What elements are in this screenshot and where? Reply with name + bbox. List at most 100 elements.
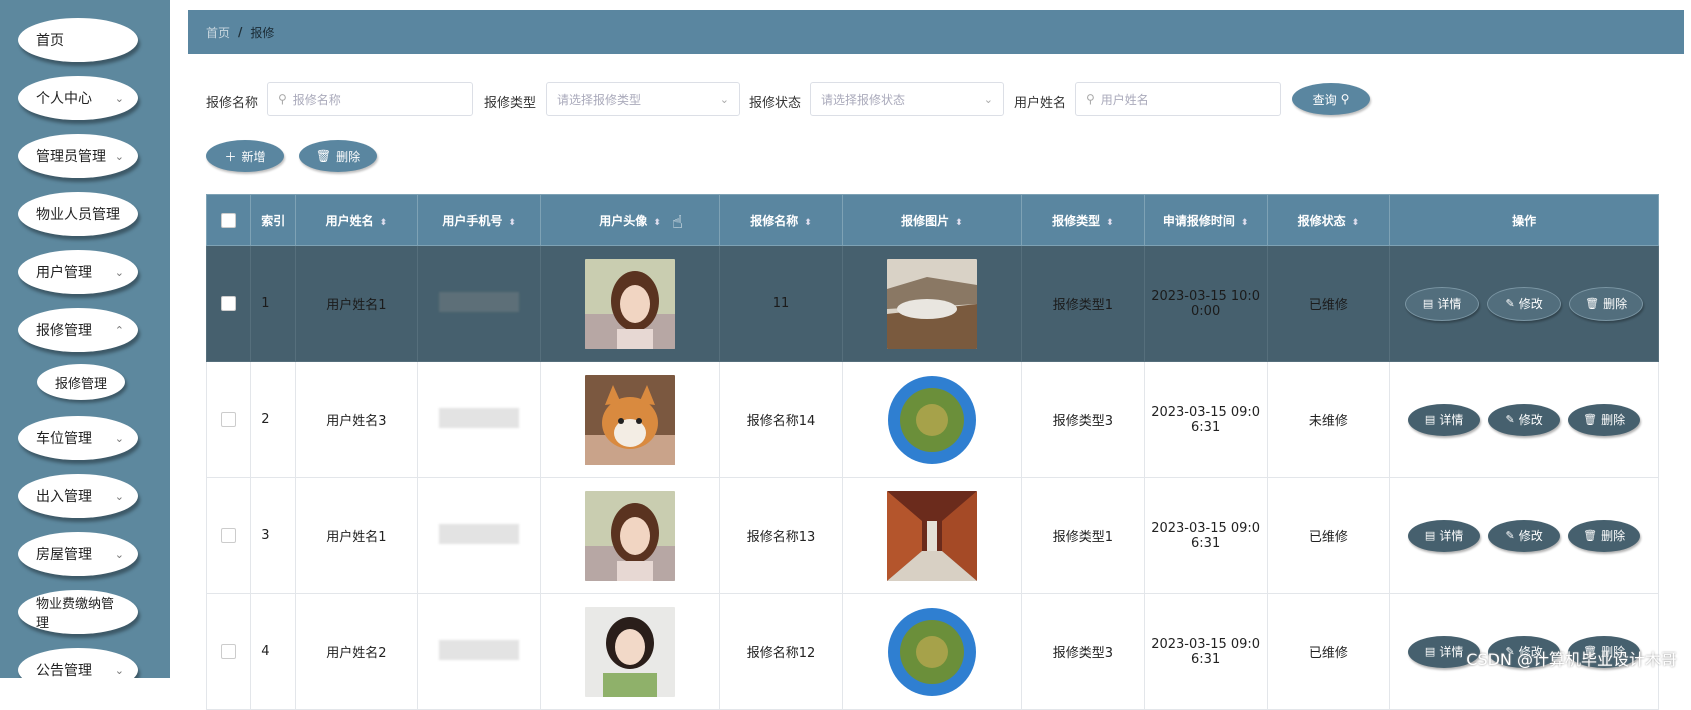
document-icon: ▤ [1422,297,1434,310]
delete-button[interactable]: 🗑 删除 [1568,519,1641,552]
delete-button[interactable]: 🗑 删除 [1569,286,1644,321]
menu-personal-center[interactable]: 个人中心 ⌄ [18,76,138,120]
col-repair-type[interactable]: 报修类型 ⬍ [1021,194,1145,246]
sort-icon[interactable]: ⬍ [804,218,812,228]
col-label: 申请报修时间 [1162,213,1235,228]
menu-label: 个人中心 [36,91,92,107]
repair-status-placeholder: 请选择报修状态 [821,92,906,107]
row-checkbox[interactable] [205,593,252,710]
search-icon: ⚲ [1340,92,1350,106]
table-row[interactable]: 3 用户姓名1 报修名称13 报修类型1 2023-03-15 09:06:3 [205,477,1659,594]
col-repair-name[interactable]: 报修名称 ⬍ [719,194,843,246]
edit-button[interactable]: ✎ 修改 [1488,519,1561,552]
repair-name-input[interactable]: ⚲ 报修名称 [267,82,473,116]
row-index: 2 [250,361,296,478]
detail-button[interactable]: ▤ 详情 [1408,403,1481,436]
row-checkbox[interactable] [205,361,252,478]
delete-button[interactable]: 🗑 删除 [1568,403,1641,436]
sort-icon[interactable]: ⬍ [653,218,661,228]
menu-property-staff[interactable]: 物业人员管理 [18,192,138,236]
col-user-avatar[interactable]: 用户头像 ⬍ [540,194,721,246]
row-repair-image [841,361,1023,478]
menu-home[interactable]: 首页 [18,18,138,62]
sort-icon[interactable]: ⬍ [1106,218,1114,228]
repair-type-select[interactable]: 请选择报修类型 ⌄ [546,82,740,116]
time-line: 6:31 [1191,419,1221,435]
chevron-down-icon: ⌄ [114,547,124,561]
table-row[interactable]: 1 用户姓名1 11 报修类型1 2023-03-15 10:0 0:00 已维修 [205,245,1659,362]
menu-house[interactable]: 房屋管理 ⌄ [18,532,138,576]
table-row[interactable]: 4 用户姓名2 报修名称12 报修类型3 2023-03-15 09:0 6:31… [205,593,1659,710]
menu-label: 首页 [36,33,64,49]
menu-repair-management[interactable]: 报修管理 ⌃ [18,308,138,352]
row-repair-name: 11 [719,245,843,362]
sidebar: 首页 个人中心 ⌄ 管理员管理 ⌄ 物业人员管理 用户管理 ⌄ 报修管理 ⌃ 报修管理 … [0,0,170,678]
repair-type-placeholder: 请选择报修类型 [557,92,642,107]
row-index: 3 [250,477,296,594]
col-apply-time[interactable]: 申请报修时间 ⬍ [1143,194,1268,246]
menu-label: 物业人员管理 [36,207,120,223]
avatar-image [585,374,676,465]
detail-button[interactable]: ▤ 详情 [1405,286,1480,321]
edit-button[interactable]: ✎ 修改 [1488,403,1561,436]
edit-label: 修改 [1518,297,1543,311]
time-line: 6:31 [1191,535,1221,551]
col-user-name[interactable]: 用户姓名 ⬍ [294,194,419,246]
document-icon: ▤ [1424,413,1436,426]
select-all-checkbox[interactable] [205,194,252,246]
repair-status-select[interactable]: 请选择报修状态 ⌄ [810,82,1004,116]
menu-parking[interactable]: 车位管理 ⌄ [18,416,138,460]
query-button[interactable]: 查询 ⚲ [1292,83,1370,115]
repair-image [886,258,977,349]
breadcrumb: 首页 / 报修 [188,10,1684,54]
user-name-input[interactable]: ⚲ 用户姓名 [1075,82,1281,116]
col-actions: 操作 [1389,194,1659,246]
col-user-phone[interactable]: 用户手机号 ⬍ [417,194,542,246]
menu-notice[interactable]: 公告管理 ⌄ [18,648,138,678]
edit-label: 修改 [1518,413,1543,427]
pencil-icon: ✎ [1505,413,1515,426]
repair-name-placeholder: 报修名称 [292,92,341,107]
chevron-up-icon: ⌃ [114,323,124,337]
batch-delete-button[interactable]: 🗑 删除 [299,140,377,172]
menu-label: 公告管理 [36,663,92,678]
menu-access[interactable]: 出入管理 ⌄ [18,474,138,518]
row-repair-status: 已维修 [1266,477,1391,594]
row-index: 4 [250,593,296,710]
col-label: 用户手机号 [442,213,503,228]
delete-label: 删除 [1601,529,1626,543]
delete-label: 删除 [1601,413,1626,427]
menu-property-fee[interactable]: 物业费缴纳管理 [18,590,138,634]
search-icon: ⚲ [278,92,287,106]
sort-icon[interactable]: ⬍ [380,218,388,228]
sort-icon[interactable]: ⬍ [1352,218,1360,228]
search-icon: ⚲ [1086,92,1095,106]
col-repair-image[interactable]: 报修图片 ⬍ [841,194,1023,246]
col-repair-status[interactable]: 报修状态 ⬍ [1266,194,1391,246]
row-checkbox[interactable] [205,245,252,362]
col-index: 索引 [250,194,296,246]
chevron-down-icon: ⌄ [114,149,124,163]
repair-image [886,374,977,465]
detail-label: 详情 [1439,413,1464,427]
menu-label: 管理员管理 [36,149,106,165]
row-user-name: 用户姓名1 [294,245,419,362]
row-user-avatar [540,477,721,594]
breadcrumb-home-link[interactable]: 首页 [206,24,230,41]
menu-user-management[interactable]: 用户管理 ⌄ [18,250,138,294]
submenu-repair-management[interactable]: 报修管理 [37,364,125,400]
detail-button[interactable]: ▤ 详情 [1408,519,1481,552]
menu-admin-management[interactable]: 管理员管理 ⌄ [18,134,138,178]
sort-icon[interactable]: ⬍ [1241,218,1249,228]
row-user-name: 用户姓名2 [294,593,419,710]
repair-status-label: 报修状态 [749,96,802,111]
edit-button[interactable]: ✎ 修改 [1487,286,1562,321]
table-header-row: 索引 用户姓名 ⬍ 用户手机号 ⬍ 用户头像 ⬍ 报修名称 ⬍ 报修图片 ⬍ 报修类型 ⬍ … [205,194,1659,246]
row-user-phone [417,477,542,594]
sort-icon[interactable]: ⬍ [508,218,516,228]
add-button[interactable]: ＋ 新增 [206,140,284,172]
table-row[interactable]: 2 用户姓名3 报修名称14 报修类型3 2023-03-15 09:06:3 [205,361,1659,478]
sort-icon[interactable]: ⬍ [955,218,963,228]
row-checkbox[interactable] [205,477,252,594]
avatar-image [585,490,676,581]
